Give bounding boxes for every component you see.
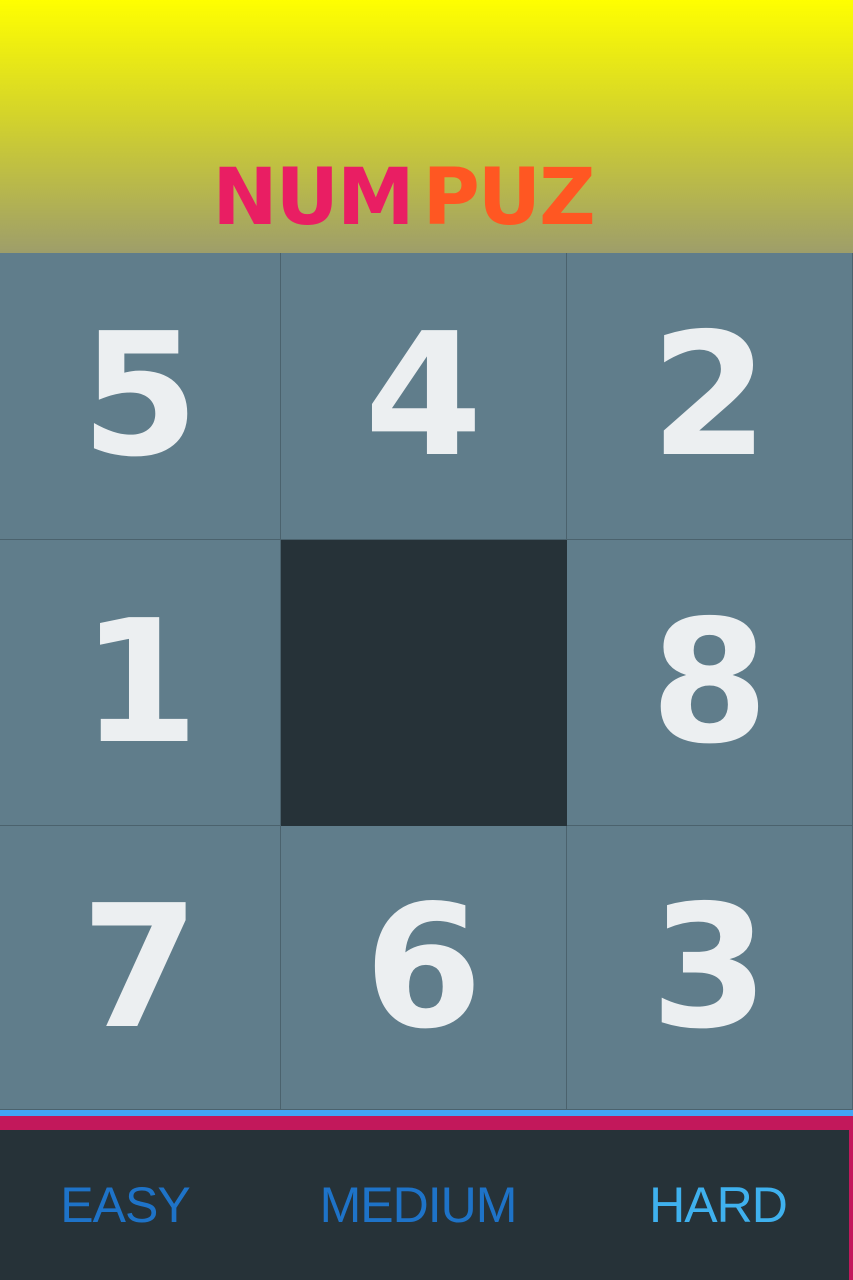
header-banner: NUM PUZ: [0, 0, 853, 253]
app-logo: NUM PUZ: [0, 158, 806, 238]
tile-number: 1: [80, 583, 200, 782]
logo-text-puz: PUZ: [422, 153, 596, 243]
tile-6[interactable]: 7: [0, 826, 281, 1110]
empty-slot: [281, 540, 567, 826]
tile-number: 2: [650, 297, 769, 495]
tile-2[interactable]: 2: [567, 253, 853, 540]
tile-5[interactable]: 8: [567, 540, 853, 826]
tab-easy[interactable]: EASY: [0, 1130, 250, 1280]
tile-number: 7: [80, 868, 200, 1067]
tile-number: 6: [364, 868, 483, 1067]
tab-hard[interactable]: HARD: [600, 1130, 836, 1280]
logo-text-num: NUM: [212, 153, 414, 243]
game-screen: NUM PUZ 5 4 2 1 8 7 6 3 EASY MEDIUM HARD: [0, 0, 853, 1280]
tile-number: 8: [650, 583, 769, 782]
tile-number: 5: [80, 297, 200, 495]
divider-line: [0, 1116, 853, 1130]
tile-number: 4: [364, 297, 483, 495]
tile-7[interactable]: 6: [281, 826, 567, 1110]
tile-number: 3: [650, 868, 769, 1067]
tile-8[interactable]: 3: [567, 826, 853, 1110]
tab-medium[interactable]: MEDIUM: [270, 1130, 566, 1280]
tile-3[interactable]: 1: [0, 540, 281, 826]
puzzle-board: 5 4 2 1 8 7 6 3: [0, 253, 853, 1110]
tile-1[interactable]: 4: [281, 253, 567, 540]
tile-0[interactable]: 5: [0, 253, 281, 540]
difficulty-tab-bar: EASY MEDIUM HARD: [0, 1130, 853, 1280]
